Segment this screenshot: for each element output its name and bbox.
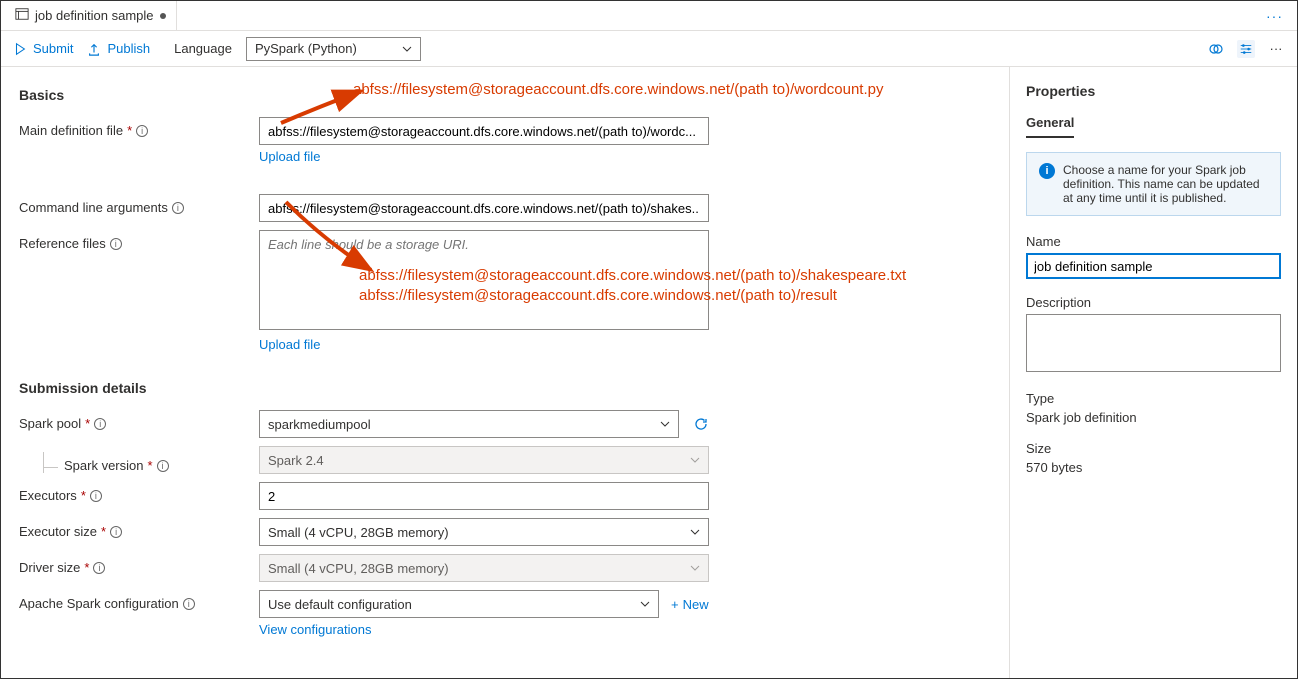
more-icon[interactable]: ··· [1267, 40, 1285, 58]
driver-size-label: Driver size*i [19, 554, 259, 575]
spark-pool-select[interactable]: sparkmediumpool [259, 410, 679, 438]
publish-button[interactable]: Publish [87, 41, 150, 56]
executor-size-select[interactable]: Small (4 vCPU, 28GB memory) [259, 518, 709, 546]
notice-box: i Choose a name for your Spark job defin… [1026, 152, 1281, 216]
reference-files-label: Reference filesi [19, 230, 259, 251]
settings-icon[interactable] [1237, 40, 1255, 58]
name-field-label: Name [1026, 234, 1281, 249]
feedback-icon[interactable] [1207, 40, 1225, 58]
main-definition-label: Main definition file*i [19, 117, 259, 138]
chevron-down-icon [660, 419, 670, 429]
tab-bar: job definition sample ··· [1, 1, 1297, 31]
info-icon[interactable]: i [93, 562, 105, 574]
submit-button[interactable]: Submit [13, 41, 73, 56]
spark-config-select[interactable]: Use default configuration [259, 590, 659, 618]
upload-ref-link[interactable]: Upload file [259, 337, 320, 352]
description-input[interactable] [1026, 314, 1281, 372]
main-definition-input[interactable] [259, 117, 709, 145]
size-value: 570 bytes [1026, 460, 1281, 475]
info-icon[interactable]: i [110, 238, 122, 250]
reference-files-input[interactable] [259, 230, 709, 330]
view-configurations-link[interactable]: View configurations [259, 622, 372, 637]
chevron-down-icon [402, 44, 412, 54]
plus-icon: + [671, 597, 679, 612]
executors-input[interactable] [259, 482, 709, 510]
info-icon[interactable]: i [110, 526, 122, 538]
tab-overflow-button[interactable]: ··· [1260, 1, 1289, 30]
spark-pool-label: Spark pool*i [19, 410, 259, 431]
spark-version-select: Spark 2.4 [259, 446, 709, 474]
info-icon[interactable]: i [94, 418, 106, 430]
toolbar: Submit Publish Language PySpark (Python)… [1, 31, 1297, 67]
info-icon[interactable]: i [183, 598, 195, 610]
language-label: Language [174, 41, 232, 56]
spark-version-label: Spark version*i [44, 452, 259, 473]
chevron-down-icon [690, 527, 700, 537]
unsaved-dot-icon [160, 13, 166, 19]
type-value: Spark job definition [1026, 410, 1281, 425]
executor-size-label: Executor size*i [19, 518, 259, 539]
info-icon[interactable]: i [157, 460, 169, 472]
properties-panel: Properties General i Choose a name for y… [1009, 67, 1297, 678]
size-label: Size [1026, 441, 1281, 456]
info-icon[interactable]: i [172, 202, 184, 214]
play-icon [13, 42, 27, 56]
info-icon[interactable]: i [90, 490, 102, 502]
spark-job-icon [15, 7, 29, 24]
language-select[interactable]: PySpark (Python) [246, 37, 421, 61]
info-icon[interactable]: i [136, 125, 148, 137]
spark-config-label: Apache Spark configurationi [19, 590, 259, 611]
description-field-label: Description [1026, 295, 1281, 310]
section-submission-title: Submission details [19, 380, 991, 396]
executors-label: Executors*i [19, 482, 259, 503]
form-area: abfss://filesystem@storageaccount.dfs.co… [1, 67, 1009, 678]
new-config-button[interactable]: + New [671, 597, 709, 612]
tab-general[interactable]: General [1026, 115, 1074, 138]
chevron-down-icon [640, 599, 650, 609]
driver-size-select: Small (4 vCPU, 28GB memory) [259, 554, 709, 582]
section-basics-title: Basics [19, 87, 991, 103]
publish-icon [87, 42, 101, 56]
upload-main-link[interactable]: Upload file [259, 149, 320, 164]
info-circle-icon: i [1039, 163, 1055, 179]
cmd-args-label: Command line argumentsi [19, 194, 259, 215]
refresh-pool-button[interactable] [693, 416, 709, 432]
tab-title: job definition sample [35, 8, 154, 23]
name-input[interactable] [1026, 253, 1281, 279]
chevron-down-icon [690, 563, 700, 573]
cmd-args-input[interactable] [259, 194, 709, 222]
type-label: Type [1026, 391, 1281, 406]
chevron-down-icon [690, 455, 700, 465]
tab-job-definition[interactable]: job definition sample [5, 1, 177, 30]
properties-title: Properties [1026, 83, 1281, 99]
